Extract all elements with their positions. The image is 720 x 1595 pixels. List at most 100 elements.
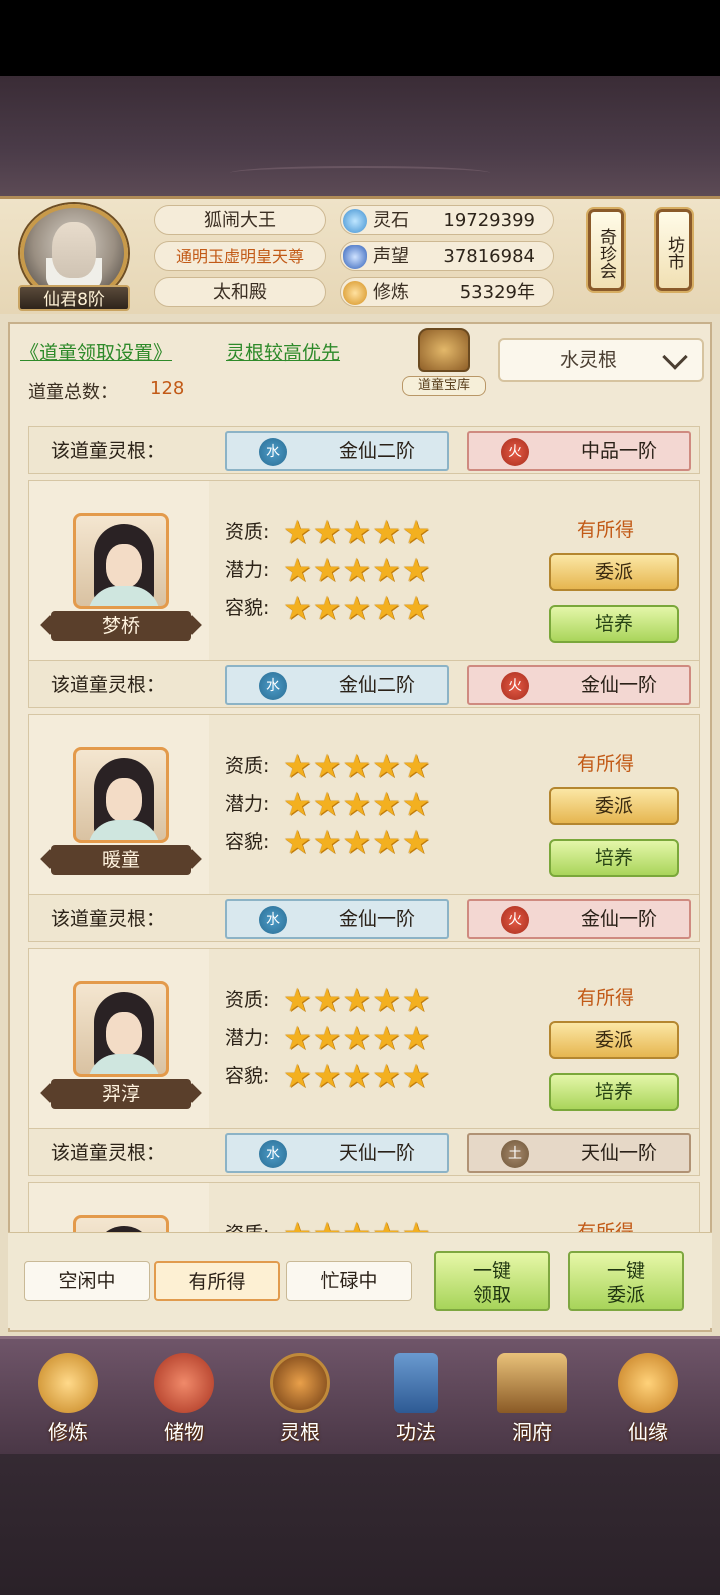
meditation-icon bbox=[343, 281, 367, 305]
star-rating: ★★★★★ bbox=[283, 981, 432, 1019]
spirit-stone-icon bbox=[343, 209, 367, 233]
filter-busy[interactable]: 忙碌中 bbox=[286, 1261, 412, 1301]
attr-label: 容貌: bbox=[225, 597, 270, 619]
disciple-portrait[interactable] bbox=[73, 747, 169, 843]
player-title: 通明玉虚明皇天尊 bbox=[154, 241, 326, 271]
water-element-icon: 水 bbox=[259, 672, 287, 700]
disciple-card: 梦桥 资质: ★★★★★ 潜力: ★★★★★ 容貌: ★★★★★ 有所得 委派 培养 bbox=[28, 480, 700, 663]
player-hall: 太和殿 bbox=[154, 277, 326, 307]
bulk-dispatch-line1: 一键 bbox=[606, 1260, 645, 1282]
scripture-book-icon bbox=[394, 1353, 438, 1413]
disciple-list[interactable]: 该道童灵根： 水 金仙二阶 火 中品一阶 梦桥 资质: ★★★★★ 潜力: ★★★★… bbox=[28, 404, 700, 1244]
nav-storage[interactable]: 储物 bbox=[134, 1353, 234, 1449]
nav-techniques[interactable]: 功法 bbox=[366, 1353, 466, 1449]
root-water: 水 金仙二阶 bbox=[225, 665, 449, 705]
top-scenery bbox=[0, 76, 720, 196]
water-element-icon: 水 bbox=[259, 906, 287, 934]
vault-label: 道童宝库 bbox=[402, 376, 486, 396]
root-filter-dropdown[interactable]: 水灵根 bbox=[498, 338, 704, 382]
dispatch-button[interactable]: 委派 bbox=[549, 787, 679, 825]
total-value: 128 bbox=[150, 378, 185, 399]
bulk-collect-button[interactable]: 一键 领取 bbox=[434, 1251, 550, 1311]
resource-prestige: 声望 37816984 bbox=[340, 241, 554, 271]
root-grade: 金仙一阶 bbox=[581, 674, 658, 696]
nav-fate[interactable]: 仙缘 bbox=[598, 1353, 698, 1449]
collect-settings-link[interactable]: 《道童领取设置》 bbox=[20, 338, 172, 365]
nav-label: 修炼 bbox=[48, 1420, 88, 1444]
attr-label: 资质: bbox=[225, 521, 270, 543]
nav-label: 灵根 bbox=[280, 1420, 320, 1444]
earth-element-icon: 土 bbox=[501, 1140, 529, 1168]
root-label: 该道童灵根： bbox=[51, 674, 166, 696]
star-rating: ★★★★★ bbox=[283, 513, 432, 551]
disciple-name: 暖童 bbox=[51, 845, 191, 875]
nav-label: 储物 bbox=[164, 1420, 204, 1444]
root-label: 该道童灵根： bbox=[51, 440, 166, 462]
prestige-crystal-icon bbox=[343, 245, 367, 269]
nav-spirit-root[interactable]: 灵根 bbox=[250, 1353, 350, 1449]
priority-link[interactable]: 灵根较高优先 bbox=[226, 338, 340, 365]
dispatch-button[interactable]: 委派 bbox=[549, 553, 679, 591]
root-row: 该道童灵根： 水 天仙一阶 土 天仙一阶 bbox=[28, 1128, 700, 1176]
root-grade: 天仙一阶 bbox=[339, 1142, 416, 1164]
train-button[interactable]: 培养 bbox=[549, 839, 679, 877]
bottom-nav: 修炼 储物 灵根 功法 洞府 仙缘 bbox=[0, 1336, 720, 1454]
bulk-dispatch-line2: 委派 bbox=[606, 1284, 645, 1306]
bulk-dispatch-button[interactable]: 一键 委派 bbox=[568, 1251, 684, 1311]
star-rating: ★★★★★ bbox=[283, 747, 432, 785]
nav-cave-palace[interactable]: 洞府 bbox=[482, 1353, 582, 1449]
root-grade: 金仙一阶 bbox=[339, 908, 416, 930]
root-label: 该道童灵根： bbox=[51, 1142, 166, 1164]
treasure-fair-button[interactable]: 奇珍会 bbox=[588, 209, 624, 291]
disciple-card: 羿淳 资质: ★★★★★ 潜力: ★★★★★ 容貌: ★★★★★ 有所得 委派 培养 bbox=[28, 948, 700, 1131]
nav-cultivate[interactable]: 修炼 bbox=[18, 1353, 118, 1449]
dispatch-button[interactable]: 委派 bbox=[549, 1021, 679, 1059]
water-element-icon: 水 bbox=[259, 1140, 287, 1168]
player-name: 狐闹大王 bbox=[154, 205, 326, 235]
star-rating: ★★★★★ bbox=[283, 1019, 432, 1057]
disciple-portrait[interactable] bbox=[73, 981, 169, 1077]
train-button[interactable]: 培养 bbox=[549, 605, 679, 643]
disciple-name: 梦桥 bbox=[51, 611, 191, 641]
root-grade: 中品一阶 bbox=[581, 440, 658, 462]
filter-idle[interactable]: 空闲中 bbox=[24, 1261, 150, 1301]
nav-label: 仙缘 bbox=[628, 1420, 668, 1444]
root-water: 水 金仙一阶 bbox=[225, 899, 449, 939]
cave-palace-icon bbox=[497, 1353, 567, 1413]
player-header: 仙君8阶 狐闹大王 通明玉虚明皇天尊 太和殿 灵石 19729399 声望 37… bbox=[0, 196, 720, 314]
disciple-portrait[interactable] bbox=[73, 513, 169, 609]
star-rating: ★★★★★ bbox=[283, 785, 432, 823]
bulk-collect-line2: 领取 bbox=[472, 1284, 511, 1306]
status-bar bbox=[0, 0, 720, 76]
fire-element-icon: 火 bbox=[501, 438, 529, 466]
root-fire: 火 中品一阶 bbox=[467, 431, 691, 471]
resource-cultivation: 修炼 53329年 bbox=[340, 277, 554, 307]
attr-label: 资质: bbox=[225, 989, 270, 1011]
root-label: 该道童灵根： bbox=[51, 908, 166, 930]
root-grade: 金仙二阶 bbox=[339, 440, 416, 462]
filter-bar: 空闲中 有所得 忙碌中 一键 领取 一键 委派 bbox=[8, 1232, 712, 1328]
attr-label: 容貌: bbox=[225, 1065, 270, 1087]
resource-value: 37816984 bbox=[443, 246, 535, 267]
status-text: 有所得 bbox=[577, 987, 635, 1009]
resource-label: 灵石 bbox=[373, 210, 409, 231]
pavilion-icon bbox=[418, 328, 470, 372]
fire-element-icon: 火 bbox=[501, 672, 529, 700]
root-fire: 火 金仙一阶 bbox=[467, 899, 691, 939]
root-earth: 土 天仙一阶 bbox=[467, 1133, 691, 1173]
total-label: 道童总数： bbox=[28, 382, 118, 403]
status-text: 有所得 bbox=[577, 753, 635, 775]
filter-has-gain[interactable]: 有所得 bbox=[154, 1261, 280, 1301]
dropdown-value: 水灵根 bbox=[560, 349, 618, 371]
star-rating: ★★★★★ bbox=[283, 823, 432, 861]
train-button[interactable]: 培养 bbox=[549, 1073, 679, 1111]
market-button[interactable]: 坊市 bbox=[656, 209, 692, 291]
attr-label: 潜力: bbox=[225, 1027, 270, 1049]
spirit-root-icon bbox=[270, 1353, 330, 1413]
disciple-vault-button[interactable]: 道童宝库 bbox=[402, 328, 486, 398]
status-text: 有所得 bbox=[577, 519, 635, 541]
resource-value: 19729399 bbox=[443, 210, 535, 231]
root-grade: 金仙二阶 bbox=[339, 674, 416, 696]
bulk-collect-line1: 一键 bbox=[472, 1260, 511, 1282]
nav-label: 洞府 bbox=[512, 1420, 552, 1444]
